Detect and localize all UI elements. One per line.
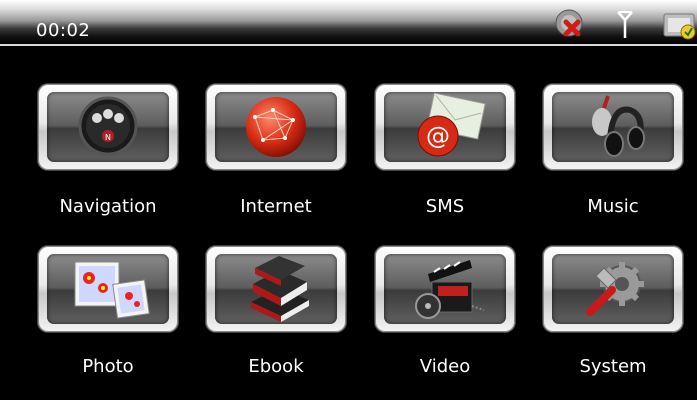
headphones-guitar-icon (592, 95, 645, 157)
photo-button[interactable] (38, 246, 178, 332)
clapperboard-film-icon (415, 260, 485, 319)
button-face: @ (384, 92, 506, 162)
button-face (552, 92, 674, 162)
button-face (215, 92, 337, 162)
globe-icon (246, 97, 306, 157)
battery-charging-icon (662, 6, 697, 44)
system-button[interactable] (543, 246, 683, 332)
button-face (47, 254, 169, 324)
sms-label: SMS (425, 196, 465, 217)
signal-antenna-icon (615, 6, 635, 44)
clock-time: 00:02 (36, 20, 91, 41)
music-label: Music (587, 196, 639, 217)
steering-wheel-icon: N (78, 96, 138, 156)
video-label: Video (419, 356, 471, 377)
navigation-label: Navigation (59, 196, 157, 217)
internet-label: Internet (240, 196, 312, 217)
books-icon (251, 256, 309, 322)
button-face (552, 254, 674, 324)
svg-text:@: @ (426, 122, 450, 150)
video-button[interactable] (375, 246, 515, 332)
system-label: System (579, 356, 647, 377)
ebook-button[interactable] (206, 246, 346, 332)
button-face (215, 254, 337, 324)
ebook-label: Ebook (248, 356, 304, 377)
button-face: N (47, 92, 169, 162)
button-face (384, 254, 506, 324)
photos-icon (74, 261, 150, 319)
envelope-at-icon: @ (417, 92, 486, 157)
navigation-button[interactable]: N (38, 84, 178, 170)
gps-disconnected-icon[interactable] (552, 6, 590, 44)
photo-label: Photo (82, 356, 134, 377)
status-bar: 00:02 (0, 0, 697, 46)
internet-button[interactable] (206, 84, 346, 170)
music-button[interactable] (543, 84, 683, 170)
gear-wrench-icon (586, 262, 644, 316)
sms-button[interactable]: @ (375, 84, 515, 170)
svg-text:N: N (105, 133, 111, 142)
